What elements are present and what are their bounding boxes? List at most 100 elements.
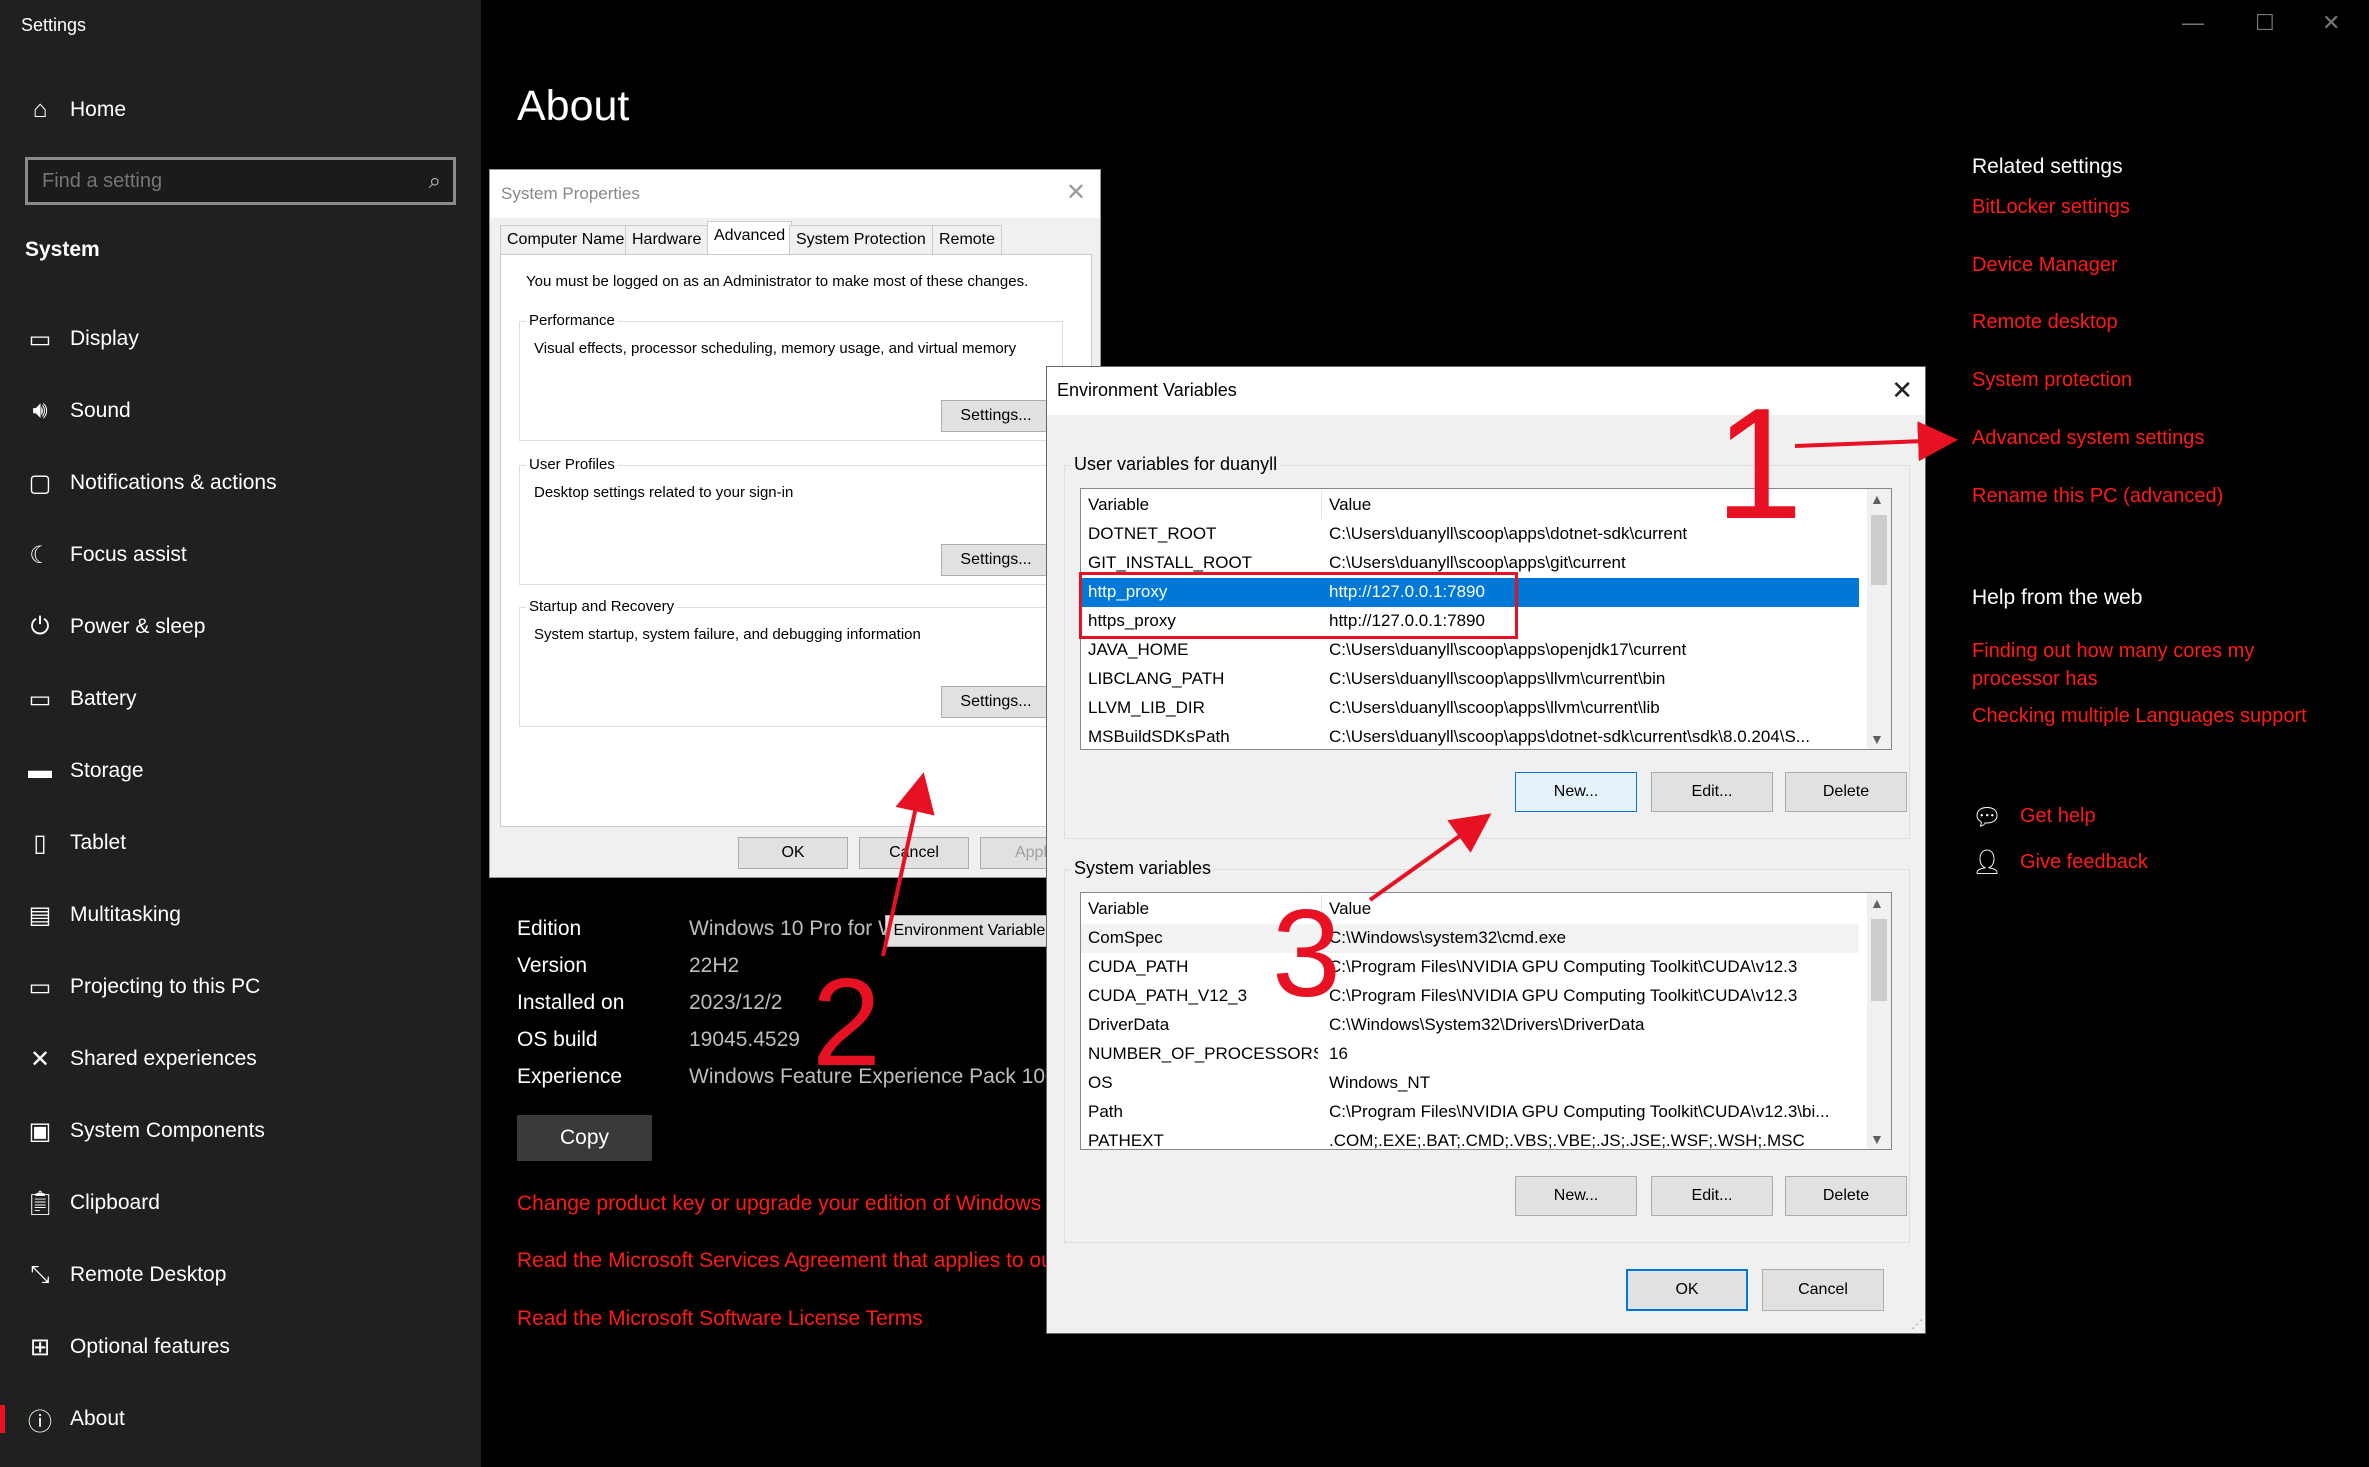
license-terms-link[interactable]: Read the Microsoft Software License Term…	[517, 1307, 923, 1331]
sidebar-item-multitasking[interactable]: ▤ Multitasking	[0, 885, 481, 945]
tab-hardware[interactable]: Hardware	[625, 225, 709, 255]
tab-remote[interactable]: Remote	[932, 225, 1003, 255]
variable-value: C:\Users\duanyll\scoop\apps\dotnet-sdk\c…	[1329, 727, 1810, 746]
user-new-button[interactable]: New...	[1515, 772, 1637, 812]
sidebar-item-display[interactable]: ▭ Display	[0, 309, 481, 369]
scroll-up-icon[interactable]: ▲	[1870, 895, 1884, 911]
table-row[interactable]: NUMBER_OF_PROCESSORS 16	[1081, 1040, 1859, 1069]
ok-button[interactable]: OK	[738, 837, 848, 869]
languages-help-link[interactable]: Checking multiple Languages support	[1972, 705, 2307, 728]
cores-help-link[interactable]: Finding out how many cores my processor …	[1972, 637, 2312, 693]
sidebar-item-clipboard[interactable]: 📋︎ Clipboard	[0, 1173, 481, 1233]
power-icon: ⏻	[30, 613, 50, 640]
advanced-tab-panel: You must be logged on as an Administrato…	[500, 254, 1092, 947]
column-divider[interactable]	[1321, 491, 1322, 519]
user-profiles-group: User Profiles Desktop settings related t…	[519, 456, 1063, 585]
sidebar-item-sound[interactable]: 🔊︎ Sound	[0, 381, 481, 441]
group-label: Performance	[526, 312, 618, 329]
sidebar-item-storage[interactable]: ▬ Storage	[0, 741, 481, 801]
startup-settings-button[interactable]: Settings...	[941, 686, 1051, 718]
user-delete-button[interactable]: Delete	[1785, 772, 1907, 812]
rename-pc-link[interactable]: Rename this PC (advanced)	[1972, 485, 2223, 508]
device-manager-link[interactable]: Device Manager	[1972, 254, 2118, 277]
sidebar-item-battery[interactable]: ▭ Battery	[0, 669, 481, 729]
remote-desktop-link[interactable]: Remote desktop	[1972, 311, 2118, 334]
search-box[interactable]: ⌕	[25, 157, 456, 205]
change-product-key-link[interactable]: Change product key or upgrade your editi…	[517, 1192, 1041, 1216]
give-feedback-link[interactable]: Give feedback	[2020, 851, 2148, 874]
sidebar-item-home[interactable]: ⌂ Home	[0, 80, 481, 140]
sidebar-item-label: Storage	[70, 759, 144, 782]
close-icon[interactable]: ✕	[1066, 178, 1086, 207]
close-button[interactable]: ✕	[2322, 10, 2340, 36]
advanced-system-settings-link[interactable]: Advanced system settings	[1972, 427, 2204, 450]
user-profiles-settings-button[interactable]: Settings...	[941, 544, 1051, 576]
maximize-button[interactable]: ☐	[2255, 10, 2275, 36]
vertical-scrollbar[interactable]: ▲ ▼	[1867, 893, 1891, 1149]
table-row[interactable]: LLVM_LIB_DIR C:\Users\duanyll\scoop\apps\…	[1081, 694, 1859, 723]
system-edit-button[interactable]: Edit...	[1651, 1176, 1773, 1216]
sidebar-item-label: Clipboard	[70, 1191, 160, 1214]
tab-advanced[interactable]: Advanced	[707, 221, 793, 255]
variable-value: C:\Program Files\NVIDIA GPU Computing To…	[1329, 957, 1798, 976]
ok-button[interactable]: OK	[1626, 1269, 1748, 1311]
table-row[interactable]: JAVA_HOME C:\Users\duanyll\scoop\apps\ope…	[1081, 636, 1859, 665]
sidebar-item-system-components[interactable]: ▣ System Components	[0, 1101, 481, 1161]
sidebar-item-about[interactable]: ⓘ About	[0, 1389, 481, 1449]
get-help-link[interactable]: Get help	[2020, 805, 2096, 828]
bitlocker-settings-link[interactable]: BitLocker settings	[1972, 196, 2130, 219]
table-row[interactable]: DriverData C:\Windows\System32\Drivers\Dr…	[1081, 1011, 1859, 1040]
performance-settings-button[interactable]: Settings...	[941, 400, 1051, 432]
spec-value: 2023/12/2	[689, 991, 783, 1014]
group-description: Desktop settings related to your sign-in	[534, 484, 794, 501]
scroll-thumb[interactable]	[1871, 515, 1887, 585]
sidebar-item-remote-desktop[interactable]: ⤡ Remote Desktop	[0, 1245, 481, 1305]
table-row[interactable]: MSBuildSDKsPath C:\Users\duanyll\scoop\ap…	[1081, 723, 1859, 749]
sidebar-item-notifications-actions[interactable]: ▢ Notifications & actions	[0, 453, 481, 513]
system-new-button[interactable]: New...	[1515, 1176, 1637, 1216]
search-input[interactable]	[42, 169, 402, 193]
column-header-variable[interactable]: Variable	[1088, 495, 1318, 515]
sidebar-item-tablet[interactable]: ▯ Tablet	[0, 813, 481, 873]
variable-value: C:\Users\duanyll\scoop\apps\git\current	[1329, 553, 1626, 572]
table-row[interactable]: PATHEXT .COM;.EXE;.BAT;.CMD;.VBS;.VBE;.JS…	[1081, 1127, 1859, 1149]
sidebar-item-shared-experiences[interactable]: ✕ Shared experiences	[0, 1029, 481, 1089]
sidebar-item-label: Display	[70, 327, 139, 350]
sidebar-item-focus-assist[interactable]: ☾ Focus assist	[0, 525, 481, 585]
user-edit-button[interactable]: Edit...	[1651, 772, 1773, 812]
table-row[interactable]: CUDA_PATH C:\Program Files\NVIDIA GPU Com…	[1081, 953, 1859, 982]
table-row[interactable]: LIBCLANG_PATH C:\Users\duanyll\scoop\apps…	[1081, 665, 1859, 694]
search-icon[interactable]: ⌕	[429, 168, 441, 194]
scroll-down-icon[interactable]: ▼	[1870, 731, 1884, 747]
services-agreement-link[interactable]: Read the Microsoft Services Agreement th…	[517, 1249, 1053, 1273]
minimize-button[interactable]: —	[2182, 10, 2204, 36]
variable-value: C:\Users\duanyll\scoop\apps\llvm\current…	[1329, 698, 1660, 717]
close-icon[interactable]: ✕	[1891, 375, 1913, 406]
group-label: User Profiles	[526, 456, 618, 473]
cancel-button[interactable]: Cancel	[859, 837, 969, 869]
table-row[interactable]: ComSpec C:\Windows\system32\cmd.exe	[1081, 924, 1859, 953]
scroll-up-icon[interactable]: ▲	[1870, 491, 1884, 507]
cancel-button[interactable]: Cancel	[1762, 1269, 1884, 1311]
table-row[interactable]: OS Windows_NT	[1081, 1069, 1859, 1098]
tab-system-protection[interactable]: System Protection	[789, 225, 933, 255]
spec-value: 19045.4529	[689, 1028, 800, 1051]
column-header-value[interactable]: Value	[1329, 899, 1854, 919]
table-row[interactable]: CUDA_PATH_V12_3 C:\Program Files\NVIDIA G…	[1081, 982, 1859, 1011]
sidebar-item-power-sleep[interactable]: ⏻ Power & sleep	[0, 597, 481, 657]
vertical-scrollbar[interactable]: ▲ ▼	[1867, 489, 1891, 749]
sidebar-item-optional-features[interactable]: ⊞ Optional features	[0, 1317, 481, 1377]
group-label: Startup and Recovery	[526, 598, 678, 615]
scroll-thumb[interactable]	[1871, 919, 1887, 1001]
tab-computer-name[interactable]: Computer Name	[500, 225, 632, 255]
system-variables-group: System variables Variable Value ComSpec C…	[1064, 858, 1910, 1243]
system-protection-link[interactable]: System protection	[1972, 369, 2132, 392]
scroll-down-icon[interactable]: ▼	[1870, 1131, 1884, 1147]
copy-button[interactable]: Copy	[517, 1115, 652, 1161]
sidebar-item-projecting-to-this-pc[interactable]: ▭ Projecting to this PC	[0, 957, 481, 1017]
resize-grip-icon[interactable]: ⋰	[1911, 1317, 1923, 1331]
list-header: Variable Value	[1081, 895, 1859, 924]
system-variables-list[interactable]: Variable Value ComSpec C:\Windows\system3…	[1080, 892, 1892, 1150]
table-row[interactable]: Path C:\Program Files\NVIDIA GPU Computin…	[1081, 1098, 1859, 1127]
system-delete-button[interactable]: Delete	[1785, 1176, 1907, 1216]
